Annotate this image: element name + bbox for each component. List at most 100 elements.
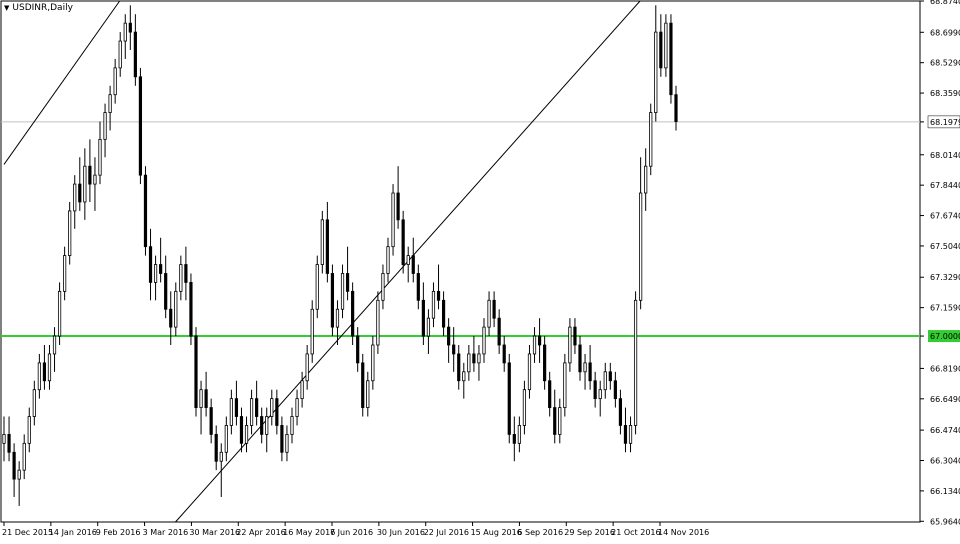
y-tick-label: 67.6740 [930,212,960,221]
candle-body [57,290,62,337]
x-tick-label: 22 Jul 2016 [424,528,469,537]
candle-body [255,398,259,417]
candle-body [148,246,153,283]
candle-body [603,371,607,391]
candle-body [472,353,476,364]
y-tick-label: 66.6490 [930,395,960,404]
candle-body [17,469,21,480]
y-tick-label: 68.5290 [930,59,960,68]
candle-body [371,344,375,382]
x-tick-label: 30 Mar 2016 [189,528,240,537]
x-tick-label: 3 Mar 2016 [143,528,189,537]
y-tick-label: 66.3040 [930,456,960,465]
y-tick-label: 67.1590 [930,304,960,313]
candle-body [27,416,31,444]
candle-body [290,416,294,435]
candle-body [633,299,638,426]
candle-body [244,425,249,444]
candle-body [7,433,11,453]
candle-body [598,389,602,400]
candle-body [224,425,228,453]
candle-body [366,380,370,408]
candle-body [406,255,410,265]
candle-body [553,407,557,435]
candle-body [330,273,335,328]
x-tick-label: 14 Jan 2016 [49,528,97,537]
chart-menu-triangle-icon[interactable]: ▼ [4,4,9,12]
candle-body [492,299,496,319]
candle-body [431,290,436,319]
candle-body [204,389,208,408]
candle-body [103,112,107,140]
candle-body [249,398,254,426]
candle-body [179,264,183,292]
y-tick-label: 68.8740 [930,0,960,6]
candle-body [37,362,41,391]
candle-body [441,299,446,328]
candle-body [649,112,653,167]
candle-body [593,380,597,400]
chart-root: 21 Dec 2015 14 Jan 2016 9 Feb 2016 3 Mar 20… [0,0,960,540]
candle-body [128,22,132,33]
candle-body [22,442,26,471]
candle-body [63,255,67,292]
candle-body [558,407,562,435]
x-tick-label: 22 Apr 2016 [236,528,285,537]
candle-body [618,398,623,426]
x-tick-label: 14 Nov 2016 [658,528,709,537]
candle-body [563,362,567,408]
candle-body [315,264,319,310]
candle-body [275,398,279,426]
candle-body [320,219,324,265]
candle-body [199,389,203,408]
candle-body [502,344,506,364]
candle-body [512,433,516,444]
candle-body [659,31,663,69]
candle-body [543,344,547,382]
candle-body [573,326,577,346]
candle-body [159,264,163,274]
candle-body [229,398,233,426]
candle-body [83,165,87,203]
y-tick-label: 68.3590 [930,89,960,98]
candle-body [138,76,143,176]
candle-body [487,299,491,328]
candle-body [386,246,390,274]
candle-body [12,451,16,480]
chart-title-text: USDINR,Daily [12,3,73,13]
y-tick-label: 66.4740 [930,426,960,435]
candle-body [270,398,274,417]
candle-body [401,219,405,265]
candle-body [356,335,360,364]
candle-body [416,273,420,301]
candle-body [214,433,218,462]
current-price-label: 68.1979 [930,118,960,127]
candle-body [234,398,239,417]
x-tick-label: 21 Dec 2015 [2,528,53,537]
y-tick-label: 68.0140 [930,151,960,160]
candle-body [143,174,148,248]
candle-body [462,371,466,382]
y-tick-label: 66.8190 [930,364,960,373]
candle-body [239,416,244,444]
candle-body [664,22,668,69]
candle-body [169,308,173,328]
x-tick-label: 6 Sep 2016 [517,528,563,537]
candle-body [457,353,461,382]
candle-body [628,425,633,444]
candle-body [522,389,527,426]
chart-svg[interactable]: 21 Dec 201514 Jan 20169 Feb 2016 3 Mar 20… [0,0,960,540]
candle-body [527,353,532,391]
candle-body [98,138,102,176]
y-tick-label: 68.6990 [930,28,960,37]
x-tick-label: 7 Jun 2016 [330,528,373,537]
candle-body [396,192,400,221]
candle-body [280,425,284,453]
candle-body [219,451,223,462]
candle-body [73,183,77,212]
candle-body [2,433,6,444]
candle-body [300,380,304,400]
candle-body [295,398,299,417]
candle-body [588,362,592,382]
candle-body [42,362,47,382]
